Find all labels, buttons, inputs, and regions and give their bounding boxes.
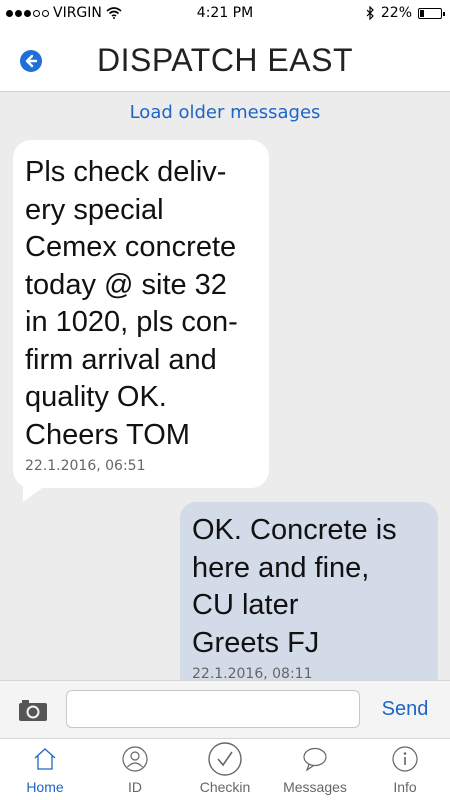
status-right: 22%: [366, 5, 445, 21]
nav-header: DISPATCH EAST: [0, 28, 450, 92]
message-input[interactable]: [66, 690, 360, 728]
load-older-messages-link[interactable]: Load older messages: [0, 102, 450, 123]
battery-percent: 22%: [380, 5, 412, 21]
message-timestamp: 22.1.2016, 06:51: [25, 458, 146, 474]
status-bar: VIRGIN 4:21 PM 22%: [0, 0, 450, 28]
incoming-message-bubble: Pls check deliv- ery special Cemex concr…: [13, 140, 269, 502]
message-timestamp: 22.1.2016, 08:11: [192, 666, 313, 680]
camera-button[interactable]: [18, 698, 48, 722]
message-composer: Send: [0, 680, 450, 738]
camera-icon: [19, 700, 47, 721]
battery-icon: [418, 7, 445, 19]
bluetooth-icon: [366, 6, 374, 20]
outgoing-message-bubble: OK. Concrete is here and fine, CU later …: [180, 502, 438, 680]
tab-label: Home: [26, 779, 64, 795]
info-icon: [392, 746, 418, 772]
tab-label: Messages: [283, 779, 347, 795]
home-icon: [34, 748, 56, 770]
tab-label: Checkin: [199, 779, 251, 795]
tab-home[interactable]: Home: [0, 739, 90, 800]
tab-bar: Home ID Checkin Messages Info: [0, 738, 450, 800]
checkmark-icon: [208, 742, 242, 776]
person-icon: [122, 746, 148, 772]
message-text: Pls check deliv- ery special Cemex concr…: [25, 156, 238, 451]
tab-checkin[interactable]: Checkin: [180, 739, 270, 800]
tab-label: Info: [393, 779, 417, 795]
chat-area[interactable]: Load older messages Pls check deliv- ery…: [0, 92, 450, 680]
tab-label: ID: [128, 779, 142, 795]
page-title: DISPATCH EAST: [96, 42, 353, 78]
battery-level: [420, 9, 424, 17]
message-text: OK. Concrete is here and fine, CU later …: [192, 514, 397, 659]
bubble-tail: [23, 486, 45, 502]
tab-info[interactable]: Info: [360, 739, 450, 800]
speech-bubble-icon: [303, 747, 327, 772]
tab-id[interactable]: ID: [90, 739, 180, 800]
tab-messages[interactable]: Messages: [270, 739, 360, 800]
send-button[interactable]: Send: [370, 698, 440, 721]
